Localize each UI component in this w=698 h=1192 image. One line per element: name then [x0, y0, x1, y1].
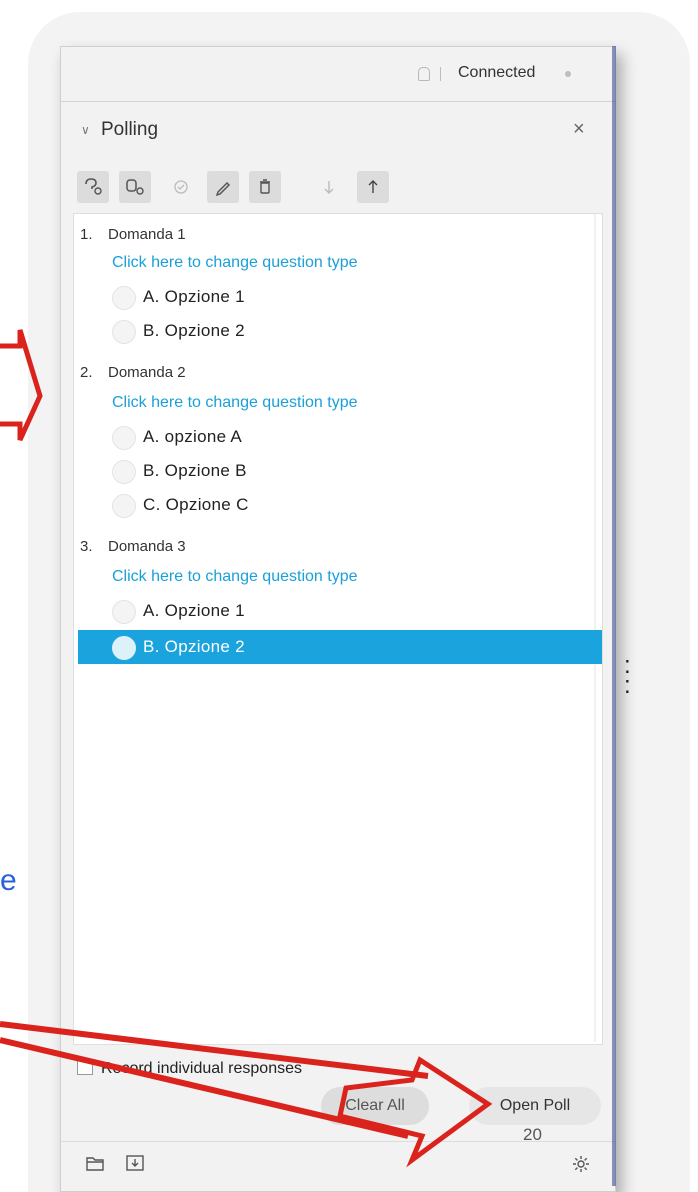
check-icon[interactable] — [165, 171, 197, 203]
question-title[interactable]: 1. Domanda 1 — [80, 226, 186, 243]
radio-button[interactable] — [112, 286, 136, 310]
edit-icon[interactable] — [207, 171, 239, 203]
radio-button[interactable] — [112, 460, 136, 484]
panel-header: ∨ Polling × — [61, 101, 615, 161]
move-up-icon[interactable] — [357, 171, 389, 203]
connection-status: Connected — [458, 64, 536, 81]
record-responses-label: Record individual responses — [101, 1060, 302, 1077]
panel-footer — [61, 1141, 615, 1192]
connection-icon — [418, 67, 430, 81]
answer-option-label: A. Opzione 1 — [143, 601, 245, 620]
answer-option-label: A. Opzione 1 — [143, 287, 245, 306]
answer-option-label: B. Opzione B — [143, 461, 247, 480]
question-number: 1. — [80, 226, 93, 243]
scrollbar[interactable] — [594, 214, 596, 1042]
change-question-type-link[interactable]: Click here to change question type — [112, 394, 357, 412]
slide-text-fragment-colon: :: — [624, 652, 631, 699]
collapse-chevron-icon[interactable]: ∨ — [81, 123, 90, 137]
slide-text-fragment: e — [0, 864, 17, 897]
radio-button[interactable] — [112, 636, 136, 660]
answer-option-label: A. opzione A — [143, 427, 243, 446]
folder-icon[interactable] — [85, 1154, 105, 1177]
question-number: 3. — [80, 538, 93, 555]
radio-button[interactable] — [112, 600, 136, 624]
gear-icon[interactable] — [571, 1154, 591, 1179]
status-divider — [440, 67, 441, 81]
record-responses-option[interactable]: Record individual responses — [77, 1059, 302, 1078]
add-question-icon[interactable] — [77, 171, 109, 203]
radio-button[interactable] — [112, 494, 136, 518]
status-bar: Connected — [61, 47, 615, 102]
panel-title: Polling — [101, 119, 159, 140]
polling-panel: Connected ∨ Polling × 1. Domanda 1 Click… — [60, 46, 616, 1192]
question-text: Domanda 2 — [108, 364, 186, 381]
question-title[interactable]: 2. Domanda 2 — [80, 364, 186, 381]
answer-option-label: B. Opzione 2 — [143, 321, 245, 340]
question-list: 1. Domanda 1 Click here to change questio… — [73, 213, 603, 1045]
answer-option-selected[interactable]: B. Opzione 2 — [78, 630, 602, 664]
clear-all-button[interactable]: Clear All — [321, 1087, 429, 1125]
answer-option-label: C. Opzione C — [143, 495, 249, 514]
question-number: 2. — [80, 364, 93, 381]
open-poll-button[interactable]: Open Poll — [469, 1087, 601, 1125]
delete-icon[interactable] — [249, 171, 281, 203]
add-question-group-icon[interactable] — [119, 171, 151, 203]
answer-option-label: B. Opzione 2 — [143, 637, 245, 656]
save-icon[interactable] — [125, 1154, 145, 1177]
question-title[interactable]: 3. Domanda 3 — [80, 538, 186, 555]
question-text: Domanda 1 — [108, 226, 186, 243]
change-question-type-link[interactable]: Click here to change question type — [112, 254, 357, 272]
status-dot-icon — [565, 71, 571, 77]
record-responses-checkbox[interactable] — [77, 1059, 93, 1075]
question-text: Domanda 3 — [108, 538, 186, 555]
close-icon[interactable]: × — [573, 118, 585, 141]
radio-button[interactable] — [112, 320, 136, 344]
move-down-icon[interactable] — [313, 171, 345, 203]
window-edge — [612, 46, 616, 1186]
change-question-type-link[interactable]: Click here to change question type — [112, 568, 357, 586]
radio-button[interactable] — [112, 426, 136, 450]
